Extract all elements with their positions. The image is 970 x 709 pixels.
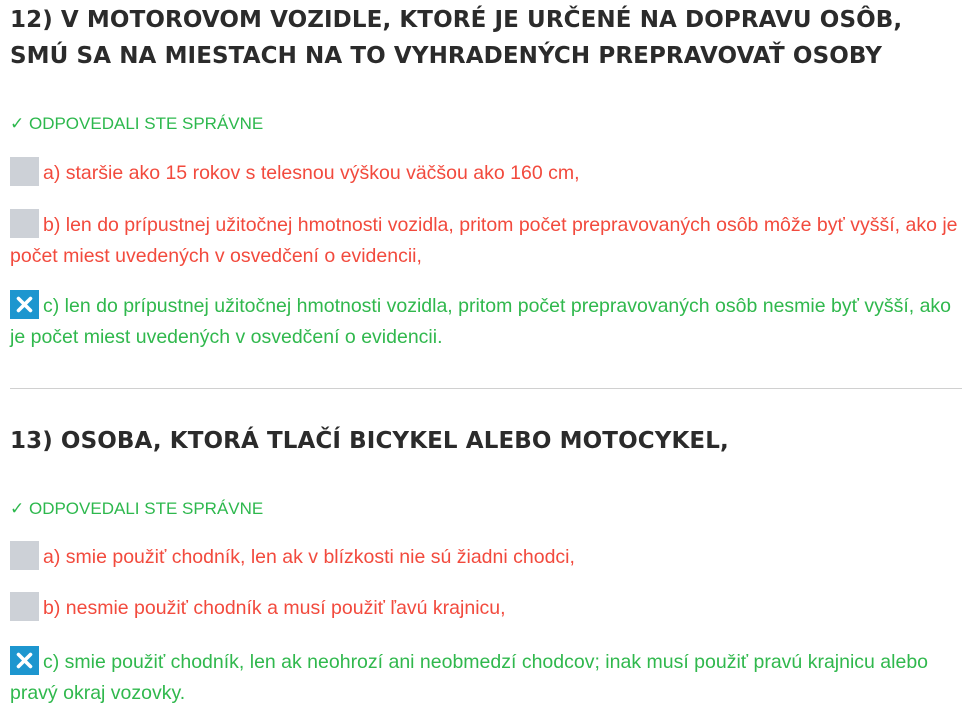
checkbox-empty[interactable] (10, 592, 39, 621)
checkbox-empty[interactable] (10, 157, 39, 186)
answer-option-b[interactable]: b) len do prípustnej užitočnej hmotnosti… (10, 209, 960, 272)
answer-text: a) staršie ako 15 rokov s telesnou výško… (43, 162, 580, 184)
checkbox-empty[interactable] (10, 541, 39, 570)
x-mark-icon (16, 296, 33, 313)
question-title: 12) V MOTOROVOM VOZIDLE, KTORÉ JE URČENÉ… (10, 7, 903, 69)
answer-option-c[interactable]: c) smie použiť chodník, len ak neohrozí … (10, 646, 960, 709)
x-mark-icon (16, 652, 33, 669)
question-divider (10, 388, 962, 389)
answer-text: b) nesmie použiť chodník a musí použiť ľ… (43, 597, 506, 619)
checkbox-checked[interactable] (10, 290, 39, 319)
question-title: 13) OSOBA, KTORÁ TLAČÍ BICYKEL ALEBO MOT… (10, 428, 729, 454)
result-status: ✓ ODPOVEDALI STE SPRÁVNE (10, 114, 264, 133)
result-status: ✓ ODPOVEDALI STE SPRÁVNE (10, 499, 264, 518)
answer-text: b) len do prípustnej užitočnej hmotnosti… (10, 214, 958, 267)
answer-option-c[interactable]: c) len do prípustnej užitočnej hmotnosti… (10, 290, 960, 353)
checkbox-empty[interactable] (10, 209, 39, 238)
answer-option-a[interactable]: a) smie použiť chodník, len ak v blízkos… (10, 541, 960, 573)
answer-option-b[interactable]: b) nesmie použiť chodník a musí použiť ľ… (10, 592, 960, 624)
question-12: 12) V MOTOROVOM VOZIDLE, KTORÉ JE URČENÉ… (10, 2, 965, 348)
answer-text: c) len do prípustnej užitočnej hmotnosti… (10, 295, 952, 348)
checkbox-checked[interactable] (10, 646, 39, 675)
answer-text: c) smie použiť chodník, len ak neohrozí … (10, 651, 929, 704)
question-13: 13) OSOBA, KTORÁ TLAČÍ BICYKEL ALEBO MOT… (10, 423, 965, 704)
answer-option-a[interactable]: a) staršie ako 15 rokov s telesnou výško… (10, 157, 960, 189)
answer-text: a) smie použiť chodník, len ak v blízkos… (43, 546, 575, 568)
